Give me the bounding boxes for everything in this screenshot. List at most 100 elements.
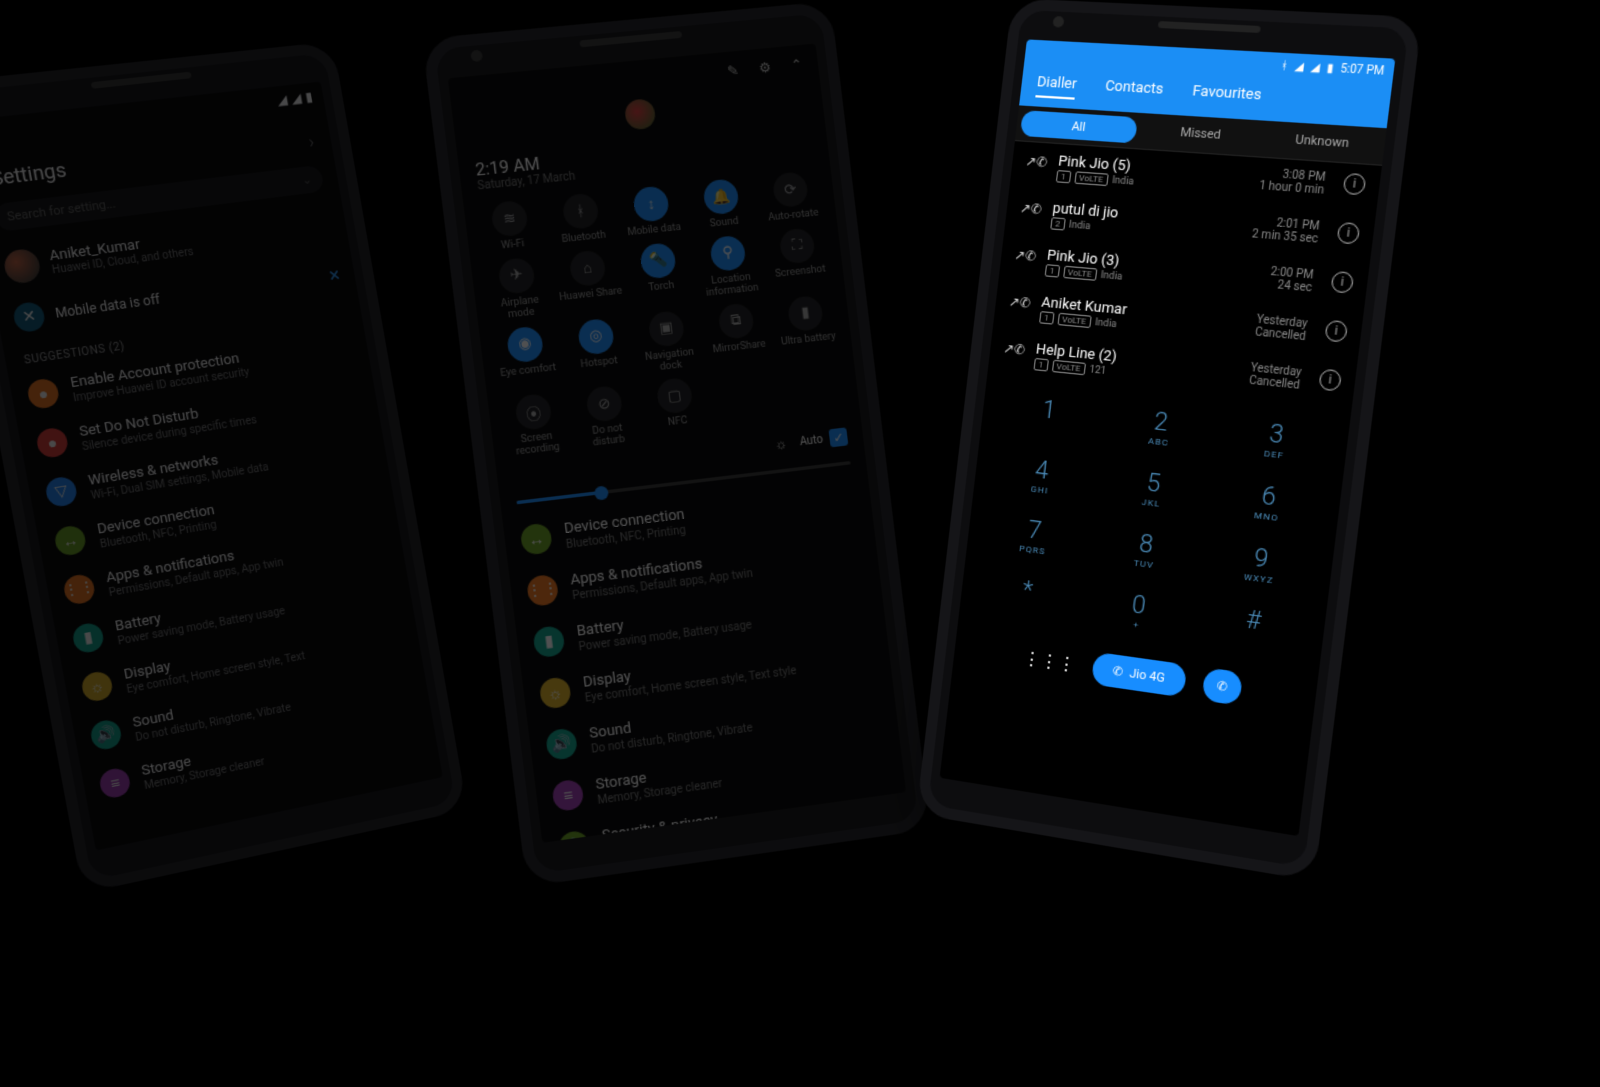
call-location: India (1111, 175, 1134, 188)
call-location: India (1100, 269, 1123, 282)
qs-tile[interactable]: ⦿ Screen recording (499, 392, 571, 461)
qs-tile[interactable]: ⊘ Do not disturb (570, 384, 641, 453)
call-button[interactable]: ✆ Jio 4G (1091, 652, 1187, 698)
signal-icon: ◢ (1310, 61, 1321, 74)
outgoing-call-icon: ↗✆ (1019, 200, 1043, 217)
close-icon[interactable]: × (327, 263, 341, 286)
settings-item-icon: ≡ (98, 766, 132, 800)
info-icon[interactable]: i (1336, 222, 1360, 245)
qs-tile[interactable]: ⛶ Screenshot (764, 226, 834, 293)
chevron-up-icon[interactable]: ⌃ (790, 56, 803, 73)
qs-tile[interactable]: ⟳ Auto-rotate (757, 170, 825, 226)
volte-badge: VoLTE (1074, 171, 1108, 186)
qs-tile-icon: ⧉ (717, 302, 755, 340)
qs-tile-label: Screenshot (775, 265, 827, 282)
qs-tile-icon: ⊘ (585, 385, 623, 423)
qs-tile[interactable]: ≋ Wi-Fi (475, 198, 546, 255)
sim-badge: 1 (1056, 170, 1071, 183)
qs-tile[interactable]: ⧉ MirrorShare (703, 300, 773, 368)
qs-tile[interactable]: ⌂ Huawei Share (554, 248, 625, 316)
qs-tile-icon: ⦿ (514, 393, 553, 431)
qs-tile-icon: ⚲ (709, 235, 747, 273)
settings-item-icon: ⋮⋮ (526, 574, 559, 607)
settings-item-icon: 🔊 (545, 728, 578, 762)
qs-tile[interactable]: ✈ Airplane mode (482, 255, 554, 323)
qs-tile[interactable]: ◎ Hotspot (562, 316, 633, 384)
call-duration: 24 sec (1268, 278, 1312, 294)
settings-title: Settings (0, 159, 68, 191)
qs-tile-icon: ▣ (647, 310, 685, 348)
qs-tile[interactable]: ᚼ Bluetooth (547, 191, 617, 248)
brightness-icon: ☼ (768, 435, 794, 454)
qs-tile-label: Eye comfort (500, 363, 557, 381)
edit-icon[interactable]: ✎ (727, 62, 740, 79)
info-icon[interactable]: i (1318, 369, 1342, 392)
front-camera (1052, 16, 1064, 28)
call-location: India (1068, 219, 1091, 232)
qs-tile-icon: ◉ (506, 325, 545, 363)
avatar[interactable] (624, 98, 657, 130)
qs-tile-label: Auto-rotate (768, 209, 819, 225)
qs-tile-label: MirrorShare (712, 339, 766, 356)
info-icon[interactable]: i (1324, 320, 1348, 343)
chevron-right-icon[interactable] (307, 130, 316, 153)
qs-tile-icon: 🔦 (639, 242, 677, 280)
qs-tile-icon: 🔔 (702, 178, 740, 215)
mobile-data-icon: ✕ (12, 301, 47, 334)
qs-tile[interactable]: 🔔 Sound (687, 177, 756, 233)
qs-tile[interactable]: ⚲ Location information (694, 233, 764, 301)
qs-tile[interactable]: ◉ Eye comfort (491, 324, 563, 393)
qs-tile[interactable]: ▣ Navigation dock (633, 308, 704, 376)
qs-tile-icon: ⌂ (568, 249, 606, 287)
qs-tile[interactable]: ▢ NFC (641, 376, 712, 444)
auto-label: Auto (799, 433, 824, 448)
search-placeholder: Search for setting... (6, 196, 117, 224)
qs-tile-icon: ↕ (632, 185, 670, 223)
settings-item-icon: 🔊 (89, 718, 123, 752)
auto-checkbox[interactable]: ✓ (829, 428, 849, 448)
qs-tile-label: Wi-Fi (501, 239, 525, 253)
qs-tile[interactable]: 🔦 Torch (624, 240, 695, 308)
speaker-grill (1158, 21, 1261, 33)
qs-tile-icon: ᚼ (561, 192, 599, 230)
filter-all[interactable]: All (1020, 110, 1138, 143)
qs-tile[interactable]: ↕ Mobile data (617, 184, 686, 240)
volte-badge: VoLTE (1063, 266, 1097, 281)
dialpad-key[interactable]: 0 + (1078, 573, 1198, 649)
qs-tile[interactable]: ▮ Ultra battery (772, 293, 842, 360)
tab-dialler[interactable]: Dialler (1035, 74, 1077, 100)
settings-item-icon: ↔ (520, 523, 553, 556)
signal-icon: ◢ (290, 90, 302, 106)
volte-badge: VoLTE (1051, 360, 1085, 376)
tab-favourites[interactable]: Favourites (1191, 83, 1263, 111)
qs-tile-label: Airplane mode (487, 294, 554, 324)
suggestion-icon: ● (35, 426, 70, 459)
outgoing-call-icon: ↗✆ (1014, 247, 1038, 264)
slider-knob[interactable] (594, 485, 609, 500)
tab-contacts[interactable]: Contacts (1103, 78, 1164, 105)
speaker-grill (579, 31, 682, 47)
call-button-secondary[interactable]: ✆ (1201, 667, 1243, 705)
settings-item-icon: ☼ (539, 676, 572, 709)
status-time: 5:07 PM (1340, 62, 1385, 77)
avatar (2, 248, 42, 285)
outgoing-call-icon: ↗✆ (1025, 153, 1049, 170)
qs-tile-icon: ◎ (577, 317, 615, 355)
info-icon[interactable]: i (1343, 173, 1367, 196)
dialpad-toggle-icon[interactable]: ⋮⋮⋮ (1022, 647, 1077, 676)
outgoing-call-icon: ↗✆ (1008, 294, 1031, 312)
dialpad-key-digit: # (1194, 599, 1314, 643)
sim-badge: 1 (1034, 358, 1049, 372)
battery-icon: ▮ (304, 89, 314, 105)
qs-tile-label: Hotspot (580, 356, 618, 371)
dialpad-key[interactable]: * (969, 559, 1085, 634)
settings-item-icon: ≡ (551, 779, 584, 813)
info-icon[interactable]: i (1330, 271, 1354, 294)
banner-text: Mobile data is off (54, 292, 161, 322)
gear-icon[interactable]: ⚙ (758, 59, 772, 76)
dialpad: 1 2 ABC 3 DEF 4 GHI 5 JKL 6 MNO 7 PQRS 8… (958, 374, 1351, 671)
qs-screen: ✎ ⚙ ⌃ 2:19 AM Saturday, 17 March ≋ Wi-Fi… (448, 44, 906, 843)
qs-tile-icon: ≋ (490, 200, 529, 238)
qs-tile-label: NFC (668, 417, 689, 430)
qs-tile-icon: ⛶ (778, 227, 815, 264)
